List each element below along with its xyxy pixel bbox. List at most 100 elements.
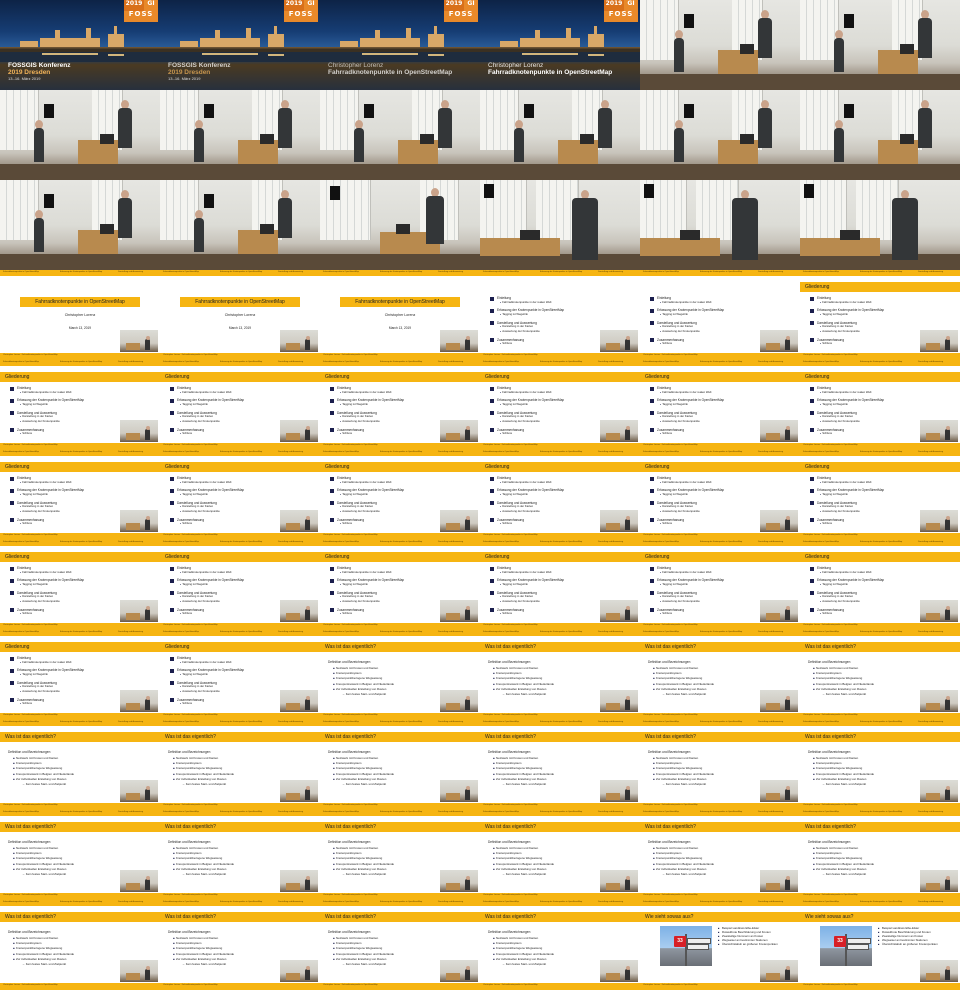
slide-frame: Fahrradknotenpunkte in OpenStreetMap Erfa… [800, 900, 960, 990]
loudspeaker-icon [684, 14, 694, 28]
header-section: Fahrradknotenpunkte in OpenStreetMap [483, 901, 519, 903]
frame-title-bar: Was ist das eigentlich? [0, 912, 160, 922]
header-section: Erfassung der Knotenpunkte in OpenStreet… [860, 631, 903, 633]
section-bullet-icon [650, 566, 654, 571]
slide-footer-bar: Christopher Lorenz · Fahrradknotenpunkte… [640, 353, 800, 360]
laptop [420, 134, 434, 144]
header-section: Erfassung der Knotenpunkte in OpenStreet… [700, 721, 743, 723]
lectern-desk [926, 523, 940, 530]
frame-title-bar: Gliederung [0, 552, 160, 562]
header-section: Darstellung und Auswertung [598, 271, 624, 273]
header-section: Erfassung der Knotenpunkte in OpenStreet… [380, 541, 423, 543]
presenter-head [305, 426, 310, 430]
header-section: Fahrradknotenpunkte in OpenStreetMap [483, 361, 519, 363]
section-bullet-icon [810, 386, 814, 391]
header-section: Darstellung und Auswertung [598, 361, 624, 363]
footer-text: Christopher Lorenz · Fahrradknotenpunkte… [3, 984, 58, 986]
frame-title: Gliederung [5, 554, 30, 560]
slide-frame: Fahrradknotenpunkte in OpenStreetMap Erfa… [640, 810, 800, 900]
slide-frame: Fahrradknotenpunkte in OpenStreetMap Erfa… [480, 900, 640, 990]
header-section: Darstellung und Auswertung [758, 631, 784, 633]
presenter-body [194, 128, 204, 162]
frame-title-bar: Gliederung [480, 552, 640, 562]
header-section: Fahrradknotenpunkte in OpenStreetMap [163, 541, 199, 543]
slide-frame: Fahrradknotenpunkte in OpenStreetMap Erfa… [160, 720, 320, 810]
presenter-body [438, 108, 452, 148]
outline-section: EinleitungFahrradknotenpunkte in der rea… [810, 566, 916, 575]
slide-header-bar: Fahrradknotenpunkte in OpenStreetMap Erfa… [0, 720, 160, 726]
header-section: Darstellung und Auswertung [758, 541, 784, 543]
lectern-desk [286, 433, 300, 440]
title-line-2: 2019 Dresden [168, 69, 211, 76]
section-bullet-icon [810, 566, 814, 571]
presenter-body [785, 519, 790, 530]
lectern-desk [286, 883, 300, 890]
section-bullet-icon [490, 566, 494, 571]
presenter-body [625, 879, 630, 890]
lectern-desk [766, 793, 780, 800]
header-section: Erfassung der Knotenpunkte in OpenStreet… [60, 901, 103, 903]
presenter-body [945, 519, 950, 530]
definitions-continuation: → Kein festes Start- und Zielpunkt [342, 872, 387, 877]
lectern-desk [766, 433, 780, 440]
header-section: Fahrradknotenpunkte in OpenStreetMap [323, 451, 359, 453]
section-bullet-icon [810, 338, 814, 343]
section-bullet-icon [10, 681, 14, 686]
presenter-head [945, 426, 950, 430]
slide-footer-bar: Christopher Lorenz · Fahrradknotenpunkte… [160, 803, 320, 810]
definitions-heading: Definition und Bezeichnungen [168, 750, 211, 754]
presenter-head [785, 696, 790, 700]
outline-subsection: Auswertung der Knotenpunkte [337, 509, 436, 515]
outline-section: Darstellung und AuswertungDarstellung in… [10, 501, 116, 515]
header-section: Erfassung der Knotenpunkte in OpenStreet… [860, 721, 903, 723]
slide-header-bar: Fahrradknotenpunkte in OpenStreetMap Erfa… [0, 900, 160, 906]
header-section: Darstellung und Auswertung [278, 631, 304, 633]
outline-section: Erfassung der Knotenpunkte in OpenStreet… [10, 398, 116, 407]
outline-section: ZusammenfassungSchluss [490, 518, 596, 527]
header-section: Darstellung und Auswertung [278, 271, 304, 273]
lectern-desk [766, 883, 780, 890]
definitions-block: Definition und BezeichnungenNetzwerk mit… [8, 930, 116, 966]
outline-section: Darstellung und AuswertungDarstellung in… [810, 591, 916, 605]
outline-subsection: Fahrradknotenpunkte in der realen Welt [657, 300, 756, 306]
outline-subsection: Fahrradknotenpunkte in der realen Welt [497, 390, 596, 396]
section-bullet-icon [490, 428, 494, 433]
presenter-body [625, 339, 630, 350]
outline-subsection: Schluss [657, 341, 756, 347]
lectern-desk [126, 433, 140, 440]
laptop [840, 230, 860, 240]
frame-title: Gliederung [5, 374, 30, 380]
presenter-body [785, 789, 790, 800]
section-bullet-icon [330, 566, 334, 571]
lectern-desk [126, 523, 140, 530]
outline-section: ZusammenfassungSchluss [810, 608, 916, 617]
header-section: Fahrradknotenpunkte in OpenStreetMap [643, 631, 679, 633]
section-bullet-icon [810, 411, 814, 416]
header-section: Darstellung und Auswertung [278, 811, 304, 813]
frame-title-bar: Was ist das eigentlich? [0, 732, 160, 742]
frame-title-bar: Gliederung [0, 462, 160, 472]
header-section: Darstellung und Auswertung [438, 811, 464, 813]
header-section: Erfassung der Knotenpunkte in OpenStreet… [700, 631, 743, 633]
slide-header-bar: Fahrradknotenpunkte in OpenStreetMap Erfa… [480, 630, 640, 636]
footer-text: Christopher Lorenz · Fahrradknotenpunkte… [323, 984, 378, 986]
frame-title: Gliederung [165, 644, 190, 650]
header-section: Darstellung und Auswertung [438, 901, 464, 903]
outline-list: EinleitungFahrradknotenpunkte in der rea… [170, 656, 276, 710]
speaker-video-inset [280, 870, 318, 892]
header-section: Darstellung und Auswertung [278, 361, 304, 363]
slide-header-bar: Fahrradknotenpunkte in OpenStreetMap Erfa… [0, 450, 160, 456]
header-section: Fahrradknotenpunkte in OpenStreetMap [3, 541, 39, 543]
outline-section: ZusammenfassungSchluss [330, 608, 436, 617]
header-section: Darstellung und Auswertung [278, 721, 304, 723]
header-section: Darstellung und Auswertung [598, 721, 624, 723]
header-section: Fahrradknotenpunkte in OpenStreetMap [163, 721, 199, 723]
outline-subsection: Tagging ist Wegelink [17, 492, 116, 498]
slide-footer-bar: Christopher Lorenz · Fahrradknotenpunkte… [160, 893, 320, 900]
outline-subsection: Tagging ist Wegelink [337, 402, 436, 408]
header-section: Fahrradknotenpunkte in OpenStreetMap [803, 901, 839, 903]
slide-footer-bar: Christopher Lorenz · Fahrradknotenpunkte… [800, 353, 960, 360]
frame-title-bar: Gliederung [800, 462, 960, 472]
floor [160, 254, 320, 270]
lectern-desk [766, 703, 780, 710]
